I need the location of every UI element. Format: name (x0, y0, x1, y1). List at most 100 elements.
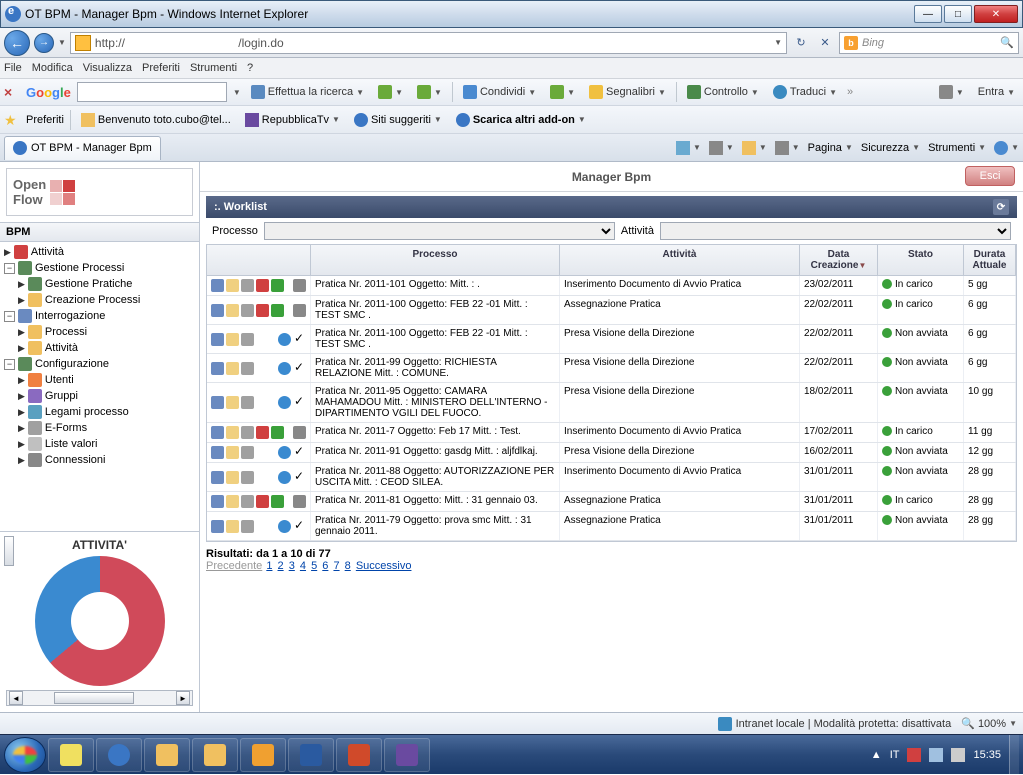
approve-icon[interactable] (271, 495, 284, 508)
clip-icon[interactable] (241, 279, 254, 292)
menu-preferiti[interactable]: Preferiti (142, 62, 180, 74)
clip-icon[interactable] (241, 362, 254, 375)
view-icon[interactable] (211, 333, 224, 346)
mail-button[interactable]: ▼ (742, 141, 767, 155)
google-search-input[interactable] (77, 82, 227, 102)
clip-icon[interactable] (241, 446, 254, 459)
clip-icon[interactable] (241, 495, 254, 508)
tb-plus3[interactable]: ▼ (546, 83, 579, 101)
trash-icon[interactable] (293, 279, 306, 292)
overflow-icon[interactable]: » (847, 86, 853, 98)
doc-icon[interactable] (226, 520, 239, 533)
doc-icon[interactable] (226, 426, 239, 439)
start-button[interactable] (4, 737, 46, 773)
tree-attivita[interactable]: ▶Attività (2, 244, 197, 260)
tree-attivita2[interactable]: ▶Attività (2, 340, 197, 356)
minimize-button[interactable]: — (914, 5, 942, 23)
delete-icon[interactable] (256, 279, 269, 292)
close-toolbar-icon[interactable]: × (4, 84, 20, 100)
help-button[interactable]: ▼ (994, 141, 1019, 155)
pager-page[interactable]: 4 (300, 560, 306, 572)
flag-icon[interactable] (907, 748, 921, 762)
col-attivita[interactable]: Attività (560, 245, 800, 275)
address-bar[interactable]: ▼ (70, 32, 787, 54)
pager-next[interactable]: Successivo (356, 560, 412, 572)
history-dropdown-icon[interactable]: ▼ (58, 38, 66, 47)
pager-page[interactable]: 6 (322, 560, 328, 572)
fav-siti[interactable]: Siti suggeriti▼ (350, 111, 446, 129)
wrench-button[interactable]: ▼ (935, 83, 968, 101)
tree-gruppi[interactable]: ▶Gruppi (2, 388, 197, 404)
maximize-button[interactable]: □ (944, 5, 972, 23)
back-button[interactable]: ← (4, 30, 30, 56)
check-icon[interactable] (293, 520, 306, 533)
col-durata[interactable]: Durata Attuale (964, 245, 1016, 275)
menu-modifica[interactable]: Modifica (32, 62, 73, 74)
doc-icon[interactable] (226, 279, 239, 292)
address-dropdown-icon[interactable]: ▼ (774, 38, 782, 47)
info-icon[interactable] (278, 446, 291, 459)
filter-attivita-select[interactable] (660, 222, 1011, 240)
tree-interrogazione[interactable]: −Interrogazione (2, 308, 197, 324)
taskbar-word[interactable] (288, 738, 334, 772)
col-stato[interactable]: Stato (878, 245, 964, 275)
check-icon[interactable] (293, 471, 306, 484)
pager-page[interactable]: 1 (266, 560, 272, 572)
menu-help[interactable]: ? (247, 62, 253, 74)
delete-icon[interactable] (256, 426, 269, 439)
zoom-dropdown-icon[interactable]: ▼ (1009, 719, 1017, 728)
sidebar-h-scrollbar[interactable]: ◄ ► (6, 690, 193, 706)
bookmarks-button[interactable]: Segnalibri▼ (585, 83, 670, 101)
doc-icon[interactable] (226, 396, 239, 409)
menu-file[interactable]: File (4, 62, 22, 74)
taskbar-explorer[interactable] (144, 738, 190, 772)
stop-button[interactable]: ✕ (815, 33, 835, 53)
info-icon[interactable] (278, 520, 291, 533)
view-icon[interactable] (211, 471, 224, 484)
tree-liste[interactable]: ▶Liste valori (2, 436, 197, 452)
approve-icon[interactable] (271, 279, 284, 292)
taskbar-outlook[interactable] (240, 738, 286, 772)
taskbar-app[interactable] (48, 738, 94, 772)
google-search-dropdown-icon[interactable]: ▼ (233, 88, 241, 97)
url-input[interactable] (95, 36, 770, 50)
rss-button[interactable]: ▼ (709, 141, 734, 155)
share-button[interactable]: Condividi▼ (459, 83, 540, 101)
tray-expand-icon[interactable]: ▲ (871, 749, 882, 761)
approve-icon[interactable] (271, 426, 284, 439)
trash-icon[interactable] (293, 495, 306, 508)
zoom-control[interactable]: 🔍 100% ▼ (961, 717, 1017, 730)
tree-gestione-pratiche[interactable]: ▶Gestione Pratiche (2, 276, 197, 292)
logout-button[interactable]: Esci (965, 166, 1015, 186)
taskbar-misc[interactable] (384, 738, 430, 772)
doc-icon[interactable] (226, 495, 239, 508)
tb-plus1[interactable]: ▼ (374, 83, 407, 101)
scroll-left-icon[interactable]: ◄ (9, 691, 23, 705)
tree-gestione-processi[interactable]: −Gestione Processi (2, 260, 197, 276)
clip-icon[interactable] (241, 333, 254, 346)
tree-creazione-processi[interactable]: ▶Creazione Processi (2, 292, 197, 308)
pager-page[interactable]: 7 (333, 560, 339, 572)
tree-connessioni[interactable]: ▶Connessioni (2, 452, 197, 468)
doc-icon[interactable] (226, 471, 239, 484)
volume-icon[interactable] (951, 748, 965, 762)
trash-icon[interactable] (293, 304, 306, 317)
delete-icon[interactable] (256, 304, 269, 317)
pager-page[interactable]: 2 (278, 560, 284, 572)
approve-icon[interactable] (271, 304, 284, 317)
col-processo[interactable]: Processo (311, 245, 560, 275)
home-button[interactable]: ▼ (676, 141, 701, 155)
pager-page[interactable]: 5 (311, 560, 317, 572)
view-icon[interactable] (211, 426, 224, 439)
view-icon[interactable] (211, 304, 224, 317)
pager-page[interactable]: 3 (289, 560, 295, 572)
filter-processo-select[interactable] (264, 222, 615, 240)
search-bar[interactable]: b Bing 🔍 (839, 32, 1019, 54)
check-icon[interactable] (293, 333, 306, 346)
taskbar-explorer2[interactable] (192, 738, 238, 772)
menu-visualizza[interactable]: Visualizza (83, 62, 132, 74)
worklist-refresh-icon[interactable]: ⟳ (993, 199, 1009, 215)
doc-icon[interactable] (226, 304, 239, 317)
scroll-right-icon[interactable]: ► (176, 691, 190, 705)
taskbar-powerpoint[interactable] (336, 738, 382, 772)
